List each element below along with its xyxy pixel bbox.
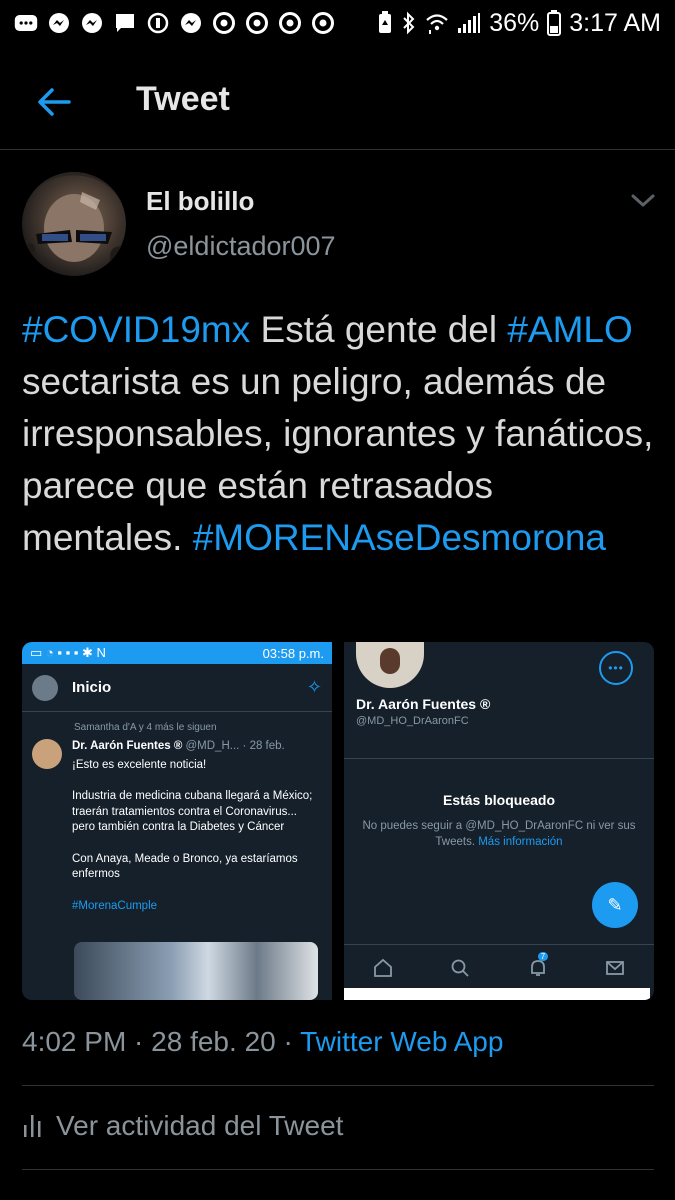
status-bar: 36% 3:17 AM <box>0 0 675 46</box>
more-info-link: Más información <box>478 836 563 848</box>
tweet-activity-button[interactable]: Ver actividad del Tweet <box>22 1110 343 1142</box>
chat-icon <box>14 11 38 35</box>
embedded-tweet: Dr. Aarón Fuentes ® @MD_H... · 28 feb. ¡… <box>22 733 332 914</box>
battery-percent: 36% <box>489 8 540 37</box>
author-name[interactable]: El bolillo <box>146 186 254 217</box>
bluetooth-icon <box>401 11 417 35</box>
signal-icon <box>457 12 481 34</box>
clock: 3:17 AM <box>569 8 661 37</box>
author-handle[interactable]: @eldictador007 <box>146 231 336 262</box>
tweet-media[interactable]: ▭ ◔ ▪ ▪ ▪ ✱ N 03:58 p.m. Inicio ✧ Samant… <box>22 642 654 1000</box>
media-image-left[interactable]: ▭ ◔ ▪ ▪ ▪ ✱ N 03:58 p.m. Inicio ✧ Samant… <box>22 642 332 1000</box>
embedded-avatar <box>32 674 58 701</box>
chrome-icon <box>311 11 335 35</box>
sync-icon <box>146 11 170 35</box>
arrow-left-icon <box>38 88 71 116</box>
more-options-icon: ••• <box>599 651 633 685</box>
notification-icons <box>14 11 335 35</box>
wifi-icon <box>425 12 449 34</box>
embedded-clock: 03:58 p.m. <box>262 645 324 661</box>
profile-avatar <box>356 642 424 688</box>
home-icon <box>373 958 392 977</box>
tweet-timestamp: 4:02 PM · 28 feb. 20 · <box>22 1026 301 1057</box>
header-divider <box>0 149 675 150</box>
mail-icon <box>606 960 625 975</box>
embedded-photo <box>74 942 318 1000</box>
tweet-options-button[interactable] <box>628 188 658 212</box>
activity-divider <box>22 1169 654 1170</box>
tweet-meta: 4:02 PM · 28 feb. 20 · Twitter Web App <box>22 1026 503 1058</box>
message-icon <box>113 11 137 35</box>
embedded-author-line: Dr. Aarón Fuentes ® @MD_H... · 28 feb. <box>72 739 322 755</box>
tweet-text: #COVID19mx Está gente del #AMLO sectaris… <box>22 304 662 564</box>
tweet-activity-label: Ver actividad del Tweet <box>56 1110 344 1141</box>
embedded-author-name: Dr. Aarón Fuentes ® <box>72 740 183 752</box>
blocked-description: No puedes seguir a @MD_HO_DrAaronFC ni v… <box>354 818 644 850</box>
profile-divider <box>344 758 654 759</box>
system-nav-bar <box>344 988 650 1000</box>
chevron-down-icon <box>631 194 655 207</box>
media-image-right[interactable]: ••• Dr. Aarón Fuentes ® @MD_HO_DrAaronFC… <box>344 642 654 1000</box>
profile-name: Dr. Aarón Fuentes ® <box>356 696 491 712</box>
tweet-text-segment: Está gente del <box>250 309 508 350</box>
notifications-icon: 7 <box>528 951 549 978</box>
chrome-icon <box>245 11 269 35</box>
embedded-text: Con Anaya, Meade o Bronco, ya estaríamos… <box>72 852 298 881</box>
embedded-author-avatar <box>32 739 62 769</box>
meta-divider <box>22 1085 654 1086</box>
embedded-header: Inicio ✧ <box>22 664 332 712</box>
embedded-author-meta: @MD_H... · 28 feb. <box>185 740 285 752</box>
embedded-social-context: Samantha d'A y 4 más le siguen <box>74 722 217 733</box>
battery-saver-icon <box>377 11 393 35</box>
compose-icon: ✎ <box>592 882 638 928</box>
embedded-status-bar: ▭ ◔ ▪ ▪ ▪ ✱ N 03:58 p.m. <box>22 642 332 664</box>
back-button[interactable] <box>34 82 74 122</box>
notification-icons: ▭ ◔ ▪ ▪ ▪ ✱ N <box>30 645 106 660</box>
profile-handle: @MD_HO_DrAaronFC <box>356 715 469 727</box>
embedded-text: ¡Esto es excelente noticia! <box>72 758 207 771</box>
messenger-icon <box>179 11 203 35</box>
hashtag-link[interactable]: #COVID19mx <box>22 309 250 350</box>
source-app-link[interactable]: Twitter Web App <box>300 1026 503 1057</box>
system-status: 36% 3:17 AM <box>377 9 661 38</box>
battery-icon <box>547 10 562 36</box>
messenger-icon <box>80 11 104 35</box>
embedded-hashtag: #MorenaCumple <box>72 899 158 912</box>
embedded-title: Inicio <box>72 679 112 696</box>
top-app-bar: Tweet <box>0 56 675 148</box>
blocked-title: Estás bloqueado <box>442 792 556 808</box>
embedded-text: Industria de medicina cubana llegará a M… <box>72 790 313 833</box>
embedded-bottom-nav: 7 <box>344 944 654 990</box>
hashtag-link[interactable]: #MORENAseDesmorona <box>193 517 606 558</box>
notification-badge: 7 <box>537 951 549 961</box>
hashtag-link[interactable]: #AMLO <box>507 309 632 350</box>
chrome-icon <box>212 11 236 35</box>
author-avatar[interactable] <box>22 172 126 276</box>
search-icon <box>451 959 469 977</box>
sparkle-icon: ✧ <box>306 677 322 697</box>
chrome-icon <box>278 11 302 35</box>
bar-chart-icon <box>24 1115 41 1137</box>
messenger-icon <box>47 11 71 35</box>
page-title: Tweet <box>136 80 230 118</box>
